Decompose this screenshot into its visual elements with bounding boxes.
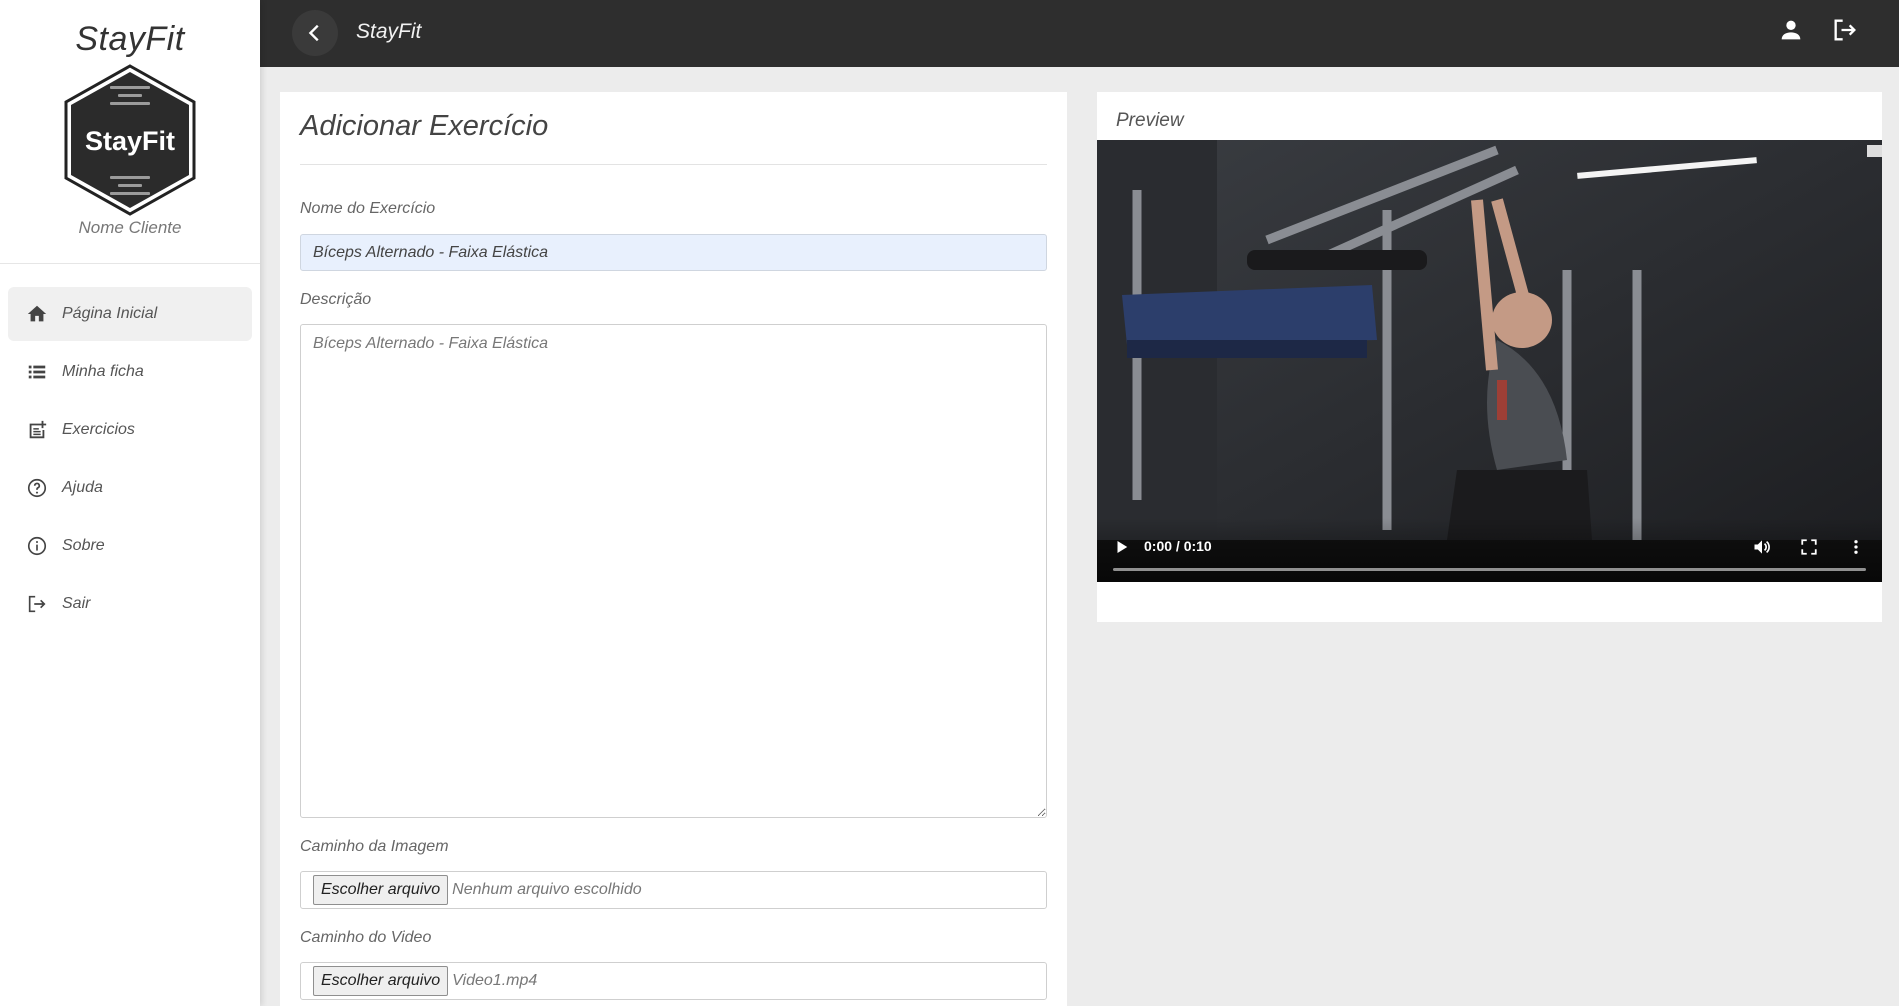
sidebar-item-label: Ajuda xyxy=(62,479,103,496)
fullscreen-icon xyxy=(1801,539,1817,555)
note-add-icon xyxy=(26,419,48,441)
video-progress-bar[interactable] xyxy=(1113,568,1866,571)
title-divider xyxy=(300,164,1047,165)
help-circle-icon xyxy=(26,477,48,499)
video-frame xyxy=(1097,140,1882,582)
play-icon xyxy=(1117,541,1128,553)
sidebar-item-label: Minha ficha xyxy=(62,363,144,380)
home-icon xyxy=(26,303,48,325)
video-file-input: Escolher arquivo Video1.mp4 xyxy=(300,962,1047,1000)
image-file-name: Nenhum arquivo escolhido xyxy=(452,881,642,898)
sidebar-nav: Página Inicial Minha ficha Exercicios Aj… xyxy=(8,287,252,635)
preview-card: Preview 0:00 / 0:10 xyxy=(1097,92,1882,622)
logout-icon xyxy=(1834,19,1856,41)
sidebar-item-sair[interactable]: Sair xyxy=(8,577,252,631)
description-label: Descrição xyxy=(300,291,372,308)
more-options-button[interactable] xyxy=(1847,537,1865,557)
sidebar-item-sobre[interactable]: Sobre xyxy=(8,519,252,573)
video-time: 0:00 / 0:10 xyxy=(1144,538,1212,554)
sidebar-item-ajuda[interactable]: Ajuda xyxy=(8,461,252,515)
video-player[interactable]: 0:00 / 0:10 xyxy=(1097,140,1882,582)
list-icon xyxy=(26,361,48,383)
choose-image-button[interactable]: Escolher arquivo xyxy=(313,875,449,905)
video-path-label: Caminho do Video xyxy=(300,929,432,946)
logout-icon xyxy=(26,593,48,615)
info-circle-icon xyxy=(26,535,48,557)
app-logo: StayFit xyxy=(62,64,198,216)
volume-button[interactable] xyxy=(1752,537,1772,557)
play-button[interactable] xyxy=(1113,538,1131,556)
fullscreen-button[interactable] xyxy=(1800,538,1818,556)
volume-icon xyxy=(1754,540,1770,554)
topbar-title: StayFit xyxy=(356,20,422,43)
top-bar: StayFit xyxy=(260,0,1899,67)
client-name: Nome Cliente xyxy=(78,218,182,237)
choose-video-button[interactable]: Escolher arquivo xyxy=(313,966,449,996)
back-arrow-icon xyxy=(308,24,319,42)
more-vertical-icon xyxy=(1854,540,1858,554)
sidebar-item-label: Sobre xyxy=(62,537,105,554)
sidebar: StayFit StayFit Nome Cliente Página Inic… xyxy=(0,0,260,1006)
user-button[interactable] xyxy=(1777,16,1805,44)
logo-text: StayFit xyxy=(85,126,175,156)
sidebar-item-label: Sair xyxy=(62,595,91,612)
description-textarea[interactable] xyxy=(300,324,1047,818)
exercise-name-label: Nome do Exercício xyxy=(300,200,436,217)
sidebar-item-home[interactable]: Página Inicial xyxy=(8,287,252,341)
logout-button[interactable] xyxy=(1831,16,1859,44)
sidebar-item-label: Exercicios xyxy=(62,421,135,438)
exercise-name-input[interactable] xyxy=(300,234,1047,271)
brand-title: StayFit xyxy=(75,20,185,58)
add-exercise-form: Adicionar Exercício Nome do Exercício De… xyxy=(280,92,1067,1006)
page-title: Adicionar Exercício xyxy=(300,110,549,142)
sidebar-item-minha-ficha[interactable]: Minha ficha xyxy=(8,345,252,399)
back-button[interactable] xyxy=(292,10,338,56)
preview-title: Preview xyxy=(1116,110,1184,131)
image-path-label: Caminho da Imagem xyxy=(300,838,449,855)
sidebar-item-exercicios[interactable]: Exercicios xyxy=(8,403,252,457)
sidebar-divider xyxy=(0,263,260,264)
sidebar-item-label: Página Inicial xyxy=(62,305,158,322)
image-file-input: Escolher arquivo Nenhum arquivo escolhid… xyxy=(300,871,1047,909)
video-controls: 0:00 / 0:10 xyxy=(1097,518,1882,582)
video-file-name: Video1.mp4 xyxy=(452,972,538,989)
user-icon xyxy=(1781,20,1801,40)
